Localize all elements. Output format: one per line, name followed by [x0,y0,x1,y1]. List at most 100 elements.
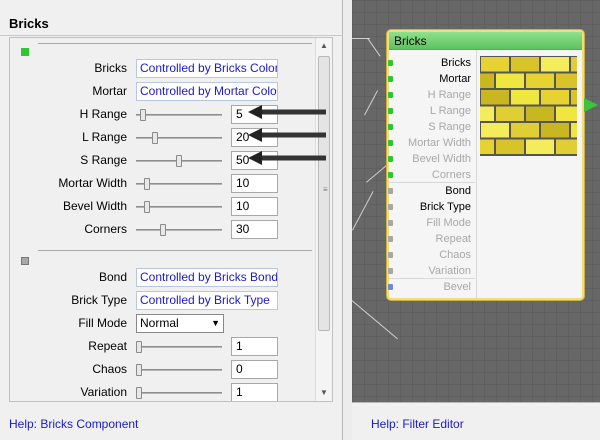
variation-value-input[interactable]: 1 [231,383,278,401]
bricks-link-field[interactable]: Controlled by Bricks Color [136,59,278,78]
port-bond[interactable]: Bond [388,183,475,199]
port-connector-icon[interactable] [388,76,393,82]
slider-thumb[interactable] [144,201,150,213]
bricks-node[interactable]: Bricks Bricks Mortar H Range L Range S Range… [387,30,584,300]
brick-tile [496,73,524,88]
section-color-square [21,48,29,56]
port-bevel-width[interactable]: Bevel Width [388,151,475,167]
port-connector-icon[interactable] [388,60,393,66]
port-connector-icon[interactable] [388,268,393,274]
select-value: Normal [140,316,179,330]
port-connector-icon[interactable] [388,236,393,242]
brick-tile [541,90,569,105]
chaos-slider[interactable] [136,363,222,377]
mortar-link-field[interactable]: Controlled by Mortar Color [136,82,278,101]
port-label: Bricks [441,57,471,69]
mortar-width-slider[interactable] [136,177,222,191]
brick-tile [496,106,524,121]
port-bevel[interactable]: Bevel [388,279,475,295]
scroll-up-icon[interactable]: ▲ [316,38,332,54]
mortar-width-value-input[interactable]: 10 [231,174,278,193]
corners-slider[interactable] [136,223,222,237]
bevel-width-slider[interactable] [136,200,222,214]
vertical-scrollbar[interactable]: ▲ ≡ ▼ [315,38,332,401]
port-connector-icon[interactable] [388,124,393,130]
bond-link-field[interactable]: Controlled by Bricks Bond [136,268,278,287]
port-label: Bond [445,185,471,197]
corners-value-input[interactable]: 30 [231,220,278,239]
port-label: Repeat [435,233,471,245]
brick-tile [556,139,577,154]
port-label: Corners [431,169,471,181]
port-brick-type[interactable]: Brick Type [388,199,475,215]
brick-type-link-field[interactable]: Controlled by Brick Type [136,291,278,310]
repeat-value-input[interactable]: 1 [231,337,278,356]
port-connector-icon[interactable] [388,220,393,226]
node-title[interactable]: Bricks [389,32,582,50]
repeat-slider[interactable] [136,340,222,354]
h-range-label: H Range [79,107,127,121]
port-connector-icon[interactable] [388,140,393,146]
brick-tile [481,123,509,138]
port-connector-icon[interactable] [388,108,393,114]
annotation-arrow [248,105,326,119]
brick-tile [480,73,494,88]
slider-thumb[interactable] [136,364,142,376]
brick-tile [480,106,494,121]
port-label: H Range [427,89,471,101]
slider-track [136,392,222,394]
brick-tile [541,123,569,138]
port-label: Fill Mode [426,217,471,229]
slider-thumb[interactable] [144,178,150,190]
brick-tile [480,139,494,154]
help-bricks-component-link[interactable]: Help: Bricks Component [9,417,138,431]
scroll-thumb[interactable]: ≡ [318,56,330,331]
s-range-slider[interactable] [136,154,222,168]
component-properties-panel: Bricks Bricks Controlled by Bricks Color M… [0,0,343,440]
port-connector-icon[interactable] [388,204,393,210]
port-connector-icon[interactable] [388,172,393,178]
port-mortar-width[interactable]: Mortar Width [388,135,475,151]
port-mortar[interactable]: Mortar [388,71,475,87]
connection-line [352,191,374,231]
slider-thumb[interactable] [140,109,146,121]
chaos-label: Chaos [92,362,127,376]
help-filter-editor-link[interactable]: Help: Filter Editor [371,417,464,431]
bevel-width-value-input[interactable]: 10 [231,197,278,216]
port-bricks[interactable]: Bricks [388,55,475,71]
slider-thumb[interactable] [176,155,182,167]
filter-editor-canvas[interactable]: Bricks Bricks Mortar H Range L Range S Range… [352,0,600,402]
port-chaos[interactable]: Chaos [388,247,475,263]
connection-line [366,164,389,183]
port-corners[interactable]: Corners [388,167,475,183]
h-range-slider[interactable] [136,108,222,122]
port-connector-icon[interactable] [388,284,393,290]
fill-mode-select[interactable]: Normal ▼ [136,314,224,333]
port-s-range[interactable]: S Range [388,119,475,135]
output-connector-arrow[interactable] [584,98,598,112]
l-range-slider[interactable] [136,131,222,145]
slider-thumb[interactable] [160,224,166,236]
port-connector-icon[interactable] [388,252,393,258]
port-variation[interactable]: Variation [388,263,475,279]
variation-slider[interactable] [136,386,222,400]
slider-thumb[interactable] [136,341,142,353]
brick-tile [481,57,509,72]
port-h-range[interactable]: H Range [388,87,475,103]
chaos-value-input[interactable]: 0 [231,360,278,379]
port-repeat[interactable]: Repeat [388,231,475,247]
port-l-range[interactable]: L Range [388,103,475,119]
port-connector-icon[interactable] [388,92,393,98]
port-fill-mode[interactable]: Fill Mode [388,215,475,231]
brick-tile [571,123,577,138]
slider-thumb[interactable] [136,387,142,399]
slider-thumb[interactable] [152,132,158,144]
port-connector-icon[interactable] [388,156,393,162]
chevron-down-icon[interactable]: ▼ [211,315,220,332]
mortar-label: Mortar [92,84,127,98]
panel-title: Bricks [9,16,49,31]
slider-track [136,114,222,116]
port-label: S Range [428,121,471,133]
port-connector-icon[interactable] [388,188,393,194]
scroll-down-icon[interactable]: ▼ [316,385,332,401]
